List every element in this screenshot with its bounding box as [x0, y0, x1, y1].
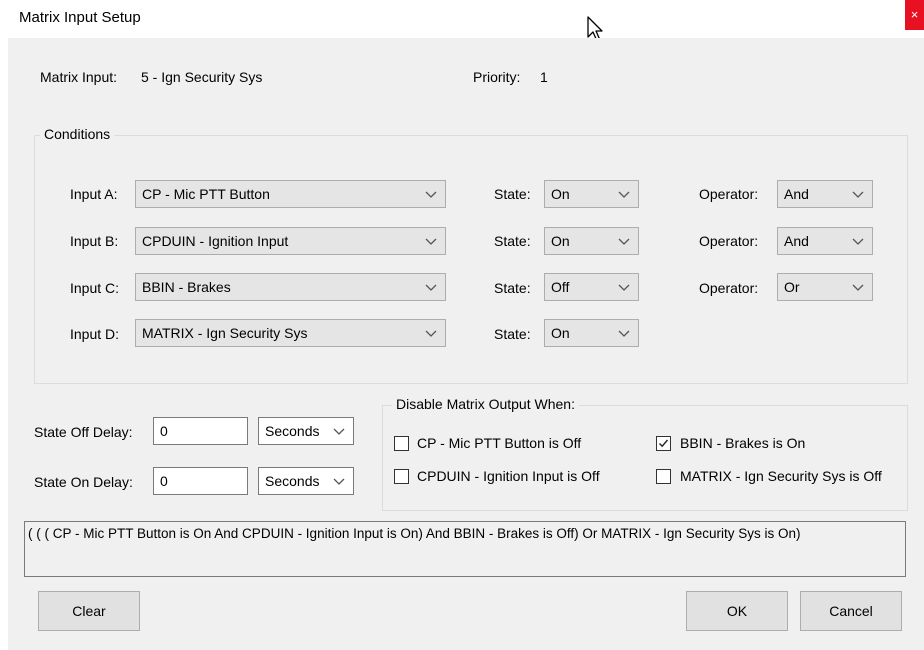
- condition-expression-text: ( ( ( CP - Mic PTT Button is On And CPDU…: [28, 526, 801, 541]
- operator-b-value: And: [784, 233, 809, 249]
- disable-bbin-checkbox[interactable]: [656, 436, 671, 451]
- disable-cp-mic-label: CP - Mic PTT Button is Off: [417, 435, 582, 451]
- operator-a-label: Operator:: [699, 186, 759, 202]
- state-on-delay-unit: Seconds: [265, 473, 320, 489]
- state-on-delay-input[interactable]: 0: [153, 467, 248, 495]
- state-on-delay-value: 0: [160, 473, 168, 489]
- input-c-label: Input C:: [70, 280, 120, 296]
- priority-label: Priority:: [473, 69, 521, 85]
- state-d-label: State:: [494, 326, 531, 342]
- state-d-value: On: [551, 325, 570, 341]
- chevron-down-icon: [618, 186, 630, 205]
- check-icon: [659, 439, 669, 448]
- operator-c-select[interactable]: Or: [777, 273, 873, 301]
- chevron-down-icon: [425, 186, 437, 205]
- matrix-input-value: 5 - Ign Security Sys: [141, 69, 263, 85]
- operator-b-select[interactable]: And: [777, 227, 873, 255]
- state-b-value: On: [551, 233, 570, 249]
- operator-c-label: Operator:: [699, 280, 759, 296]
- priority-value: 1: [540, 69, 548, 85]
- window-title: Matrix Input Setup: [19, 9, 141, 26]
- chevron-down-icon: [333, 423, 345, 442]
- chevron-down-icon: [333, 473, 345, 492]
- disable-cpduin-label: CPDUIN - Ignition Input is Off: [417, 468, 600, 484]
- operator-a-value: And: [784, 186, 809, 202]
- state-a-label: State:: [494, 186, 531, 202]
- conditions-legend: Conditions: [40, 126, 115, 142]
- chevron-down-icon: [425, 325, 437, 344]
- condition-expression-box[interactable]: ( ( ( CP - Mic PTT Button is On And CPDU…: [24, 521, 906, 577]
- disable-output-legend: Disable Matrix Output When:: [392, 396, 579, 412]
- chevron-down-icon: [852, 233, 864, 252]
- state-off-delay-value: 0: [160, 423, 168, 439]
- state-a-select[interactable]: On: [544, 180, 639, 208]
- state-d-select[interactable]: On: [544, 319, 639, 347]
- state-b-select[interactable]: On: [544, 227, 639, 255]
- disable-bbin-label: BBIN - Brakes is On: [680, 435, 806, 451]
- chevron-down-icon: [618, 279, 630, 298]
- state-off-delay-input[interactable]: 0: [153, 417, 248, 445]
- disable-cpduin-checkbox[interactable]: [394, 469, 409, 484]
- ok-button[interactable]: OK: [686, 591, 788, 631]
- operator-b-label: Operator:: [699, 233, 759, 249]
- input-a-label: Input A:: [70, 186, 118, 202]
- state-off-delay-unit: Seconds: [265, 423, 320, 439]
- close-icon: ×: [910, 7, 919, 22]
- state-b-label: State:: [494, 233, 531, 249]
- state-c-select[interactable]: Off: [544, 273, 639, 301]
- chevron-down-icon: [425, 279, 437, 298]
- input-d-select[interactable]: MATRIX - Ign Security Sys: [135, 319, 446, 347]
- disable-cp-mic-checkbox[interactable]: [394, 436, 409, 451]
- state-off-delay-label: State Off Delay:: [34, 424, 133, 440]
- chevron-down-icon: [618, 325, 630, 344]
- disable-output-group: [382, 405, 908, 511]
- cancel-button[interactable]: Cancel: [800, 591, 902, 631]
- input-b-select[interactable]: CPDUIN - Ignition Input: [135, 227, 446, 255]
- input-b-label: Input B:: [70, 233, 119, 249]
- state-a-value: On: [551, 186, 570, 202]
- operator-c-value: Or: [784, 279, 800, 295]
- matrix-input-label: Matrix Input:: [40, 69, 118, 85]
- chevron-down-icon: [618, 233, 630, 252]
- clear-button[interactable]: Clear: [38, 591, 140, 631]
- title-bar: Matrix Input Setup ×: [0, 0, 924, 42]
- input-a-select[interactable]: CP - Mic PTT Button: [135, 180, 446, 208]
- input-d-value: MATRIX - Ign Security Sys: [142, 325, 308, 341]
- input-a-value: CP - Mic PTT Button: [142, 186, 270, 202]
- close-button[interactable]: ×: [905, 0, 924, 30]
- state-off-delay-unit-select[interactable]: Seconds: [258, 417, 354, 445]
- chevron-down-icon: [852, 186, 864, 205]
- input-d-label: Input D:: [70, 326, 120, 342]
- input-c-value: BBIN - Brakes: [142, 279, 231, 295]
- disable-matrix-checkbox[interactable]: [656, 469, 671, 484]
- state-on-delay-label: State On Delay:: [34, 474, 133, 490]
- state-c-value: Off: [551, 279, 570, 295]
- input-c-select[interactable]: BBIN - Brakes: [135, 273, 446, 301]
- chevron-down-icon: [425, 233, 437, 252]
- disable-matrix-label: MATRIX - Ign Security Sys is Off: [680, 468, 882, 484]
- operator-a-select[interactable]: And: [777, 180, 873, 208]
- input-b-value: CPDUIN - Ignition Input: [142, 233, 289, 249]
- state-c-label: State:: [494, 280, 531, 296]
- state-on-delay-unit-select[interactable]: Seconds: [258, 467, 354, 495]
- chevron-down-icon: [852, 279, 864, 298]
